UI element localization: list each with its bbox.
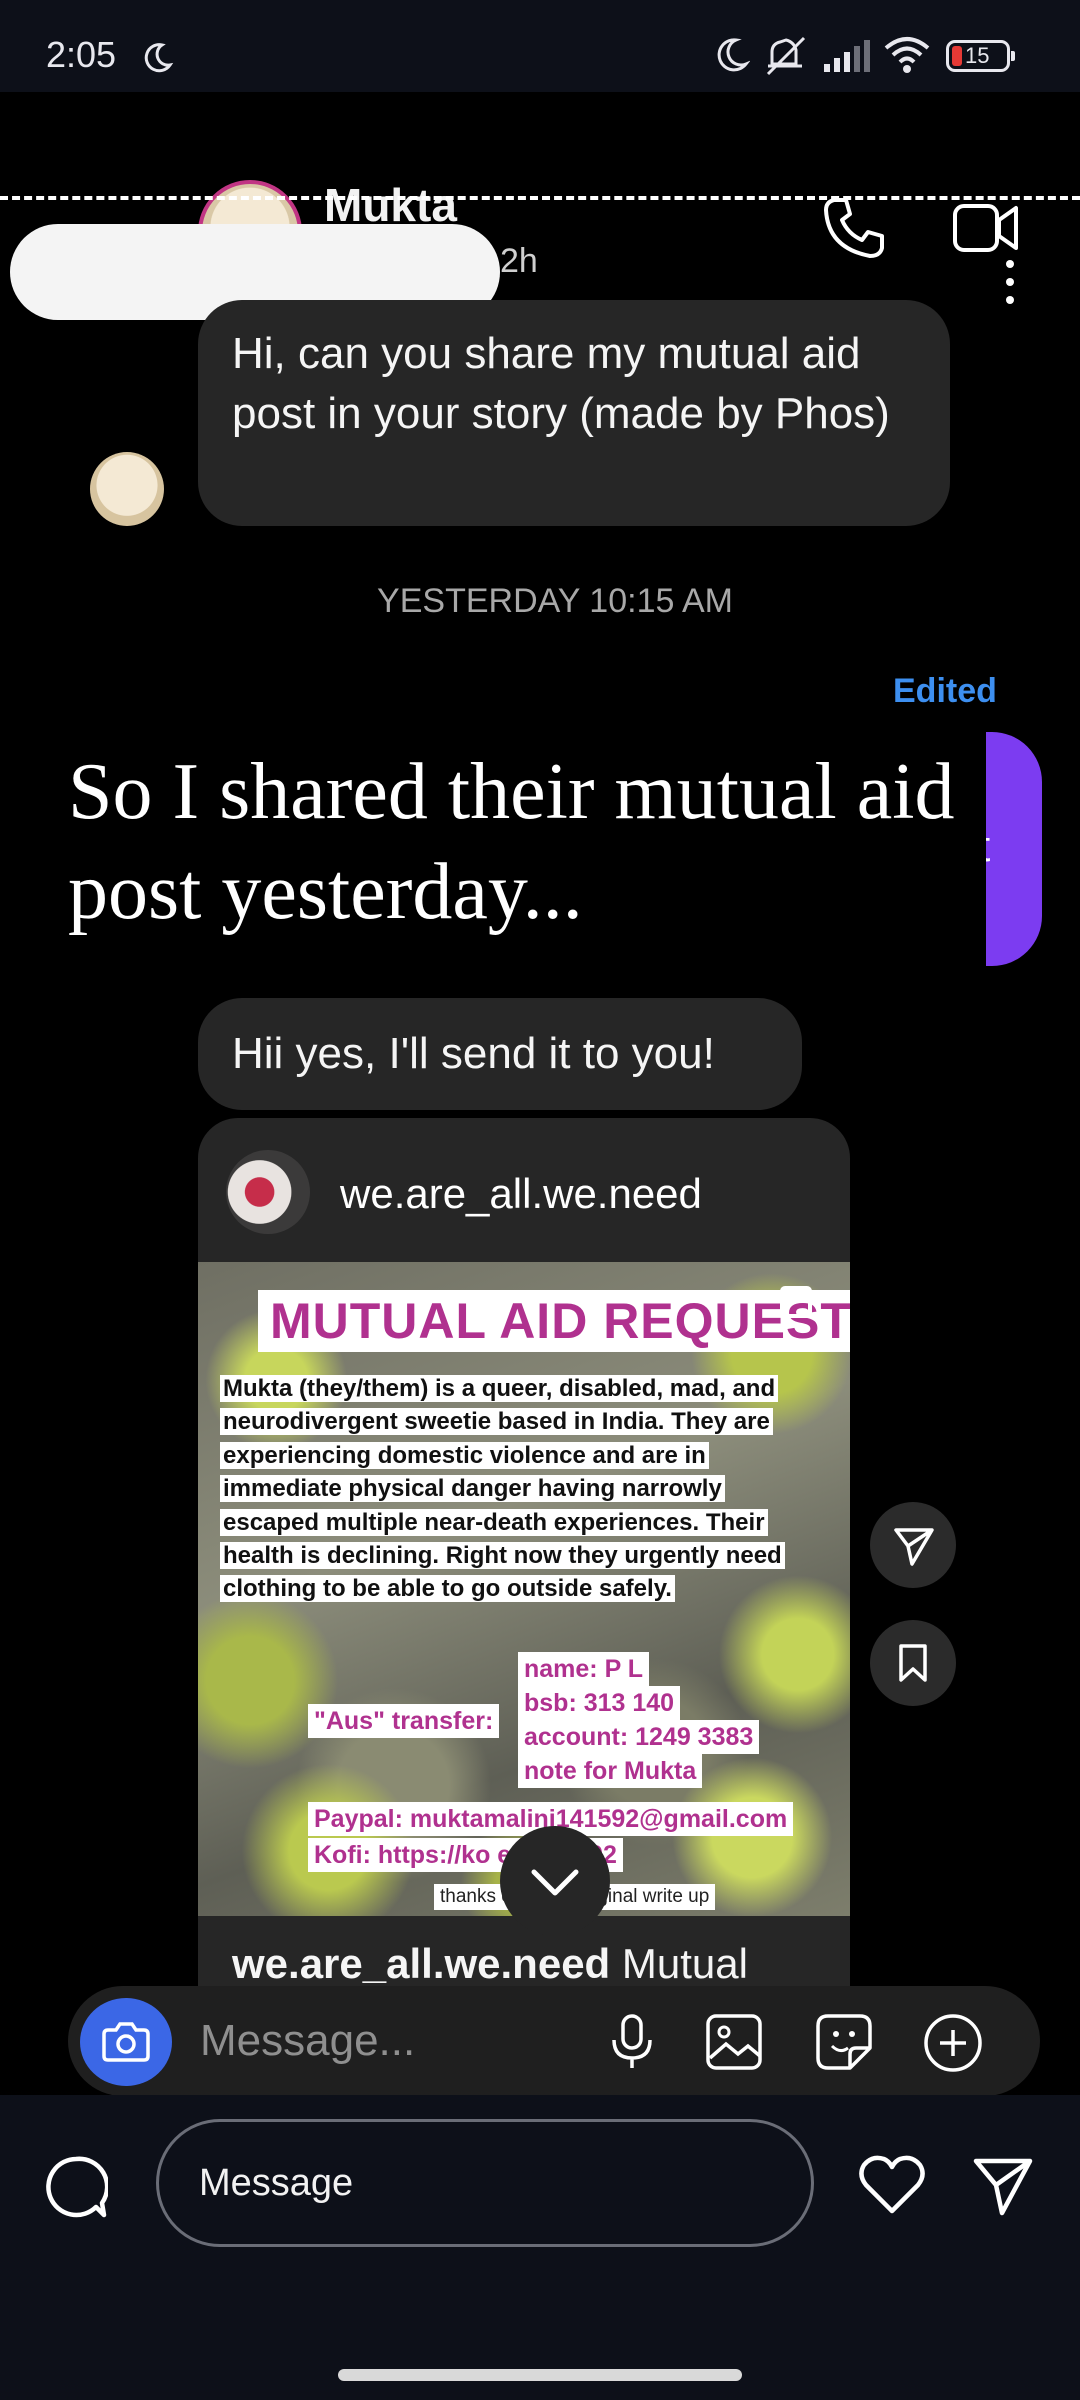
message-bubble-received: Hii yes, I'll send it to you! <box>198 998 802 1110</box>
battery-icon: 15 <box>946 40 1015 72</box>
story-caption: So I shared their mutual aid post yester… <box>42 722 986 966</box>
send-icon[interactable] <box>972 2155 1034 2217</box>
more-options-icon[interactable] <box>1006 260 1014 310</box>
signal-icon <box>824 40 870 72</box>
home-indicator[interactable] <box>338 2369 742 2381</box>
moon-crescent-icon <box>144 43 174 73</box>
bank-note: note for Mukta <box>518 1754 703 1788</box>
reply-placeholder: Message <box>199 2162 354 2204</box>
status-bar: 2:05 15 <box>0 0 1080 92</box>
chat-bubble-icon[interactable] <box>44 2155 108 2219</box>
post-username[interactable]: we.are_all.we.need <box>340 1170 702 1218</box>
heart-icon[interactable] <box>858 2153 926 2215</box>
add-icon[interactable] <box>922 2012 984 2074</box>
bank-name: name: P L <box>518 1652 650 1686</box>
dashed-divider <box>0 196 1080 200</box>
message-timestamp: YESTERDAY 10:15 AM <box>377 582 733 620</box>
bank-account: account: 1249 3383 <box>518 1720 760 1754</box>
sender-avatar <box>90 452 164 526</box>
do-not-disturb-icon <box>717 38 750 72</box>
story-reply-bar: Message <box>0 2095 1080 2400</box>
shared-post-card[interactable]: we.are_all.we.need MUTUAL AID REQUEST Mu… <box>198 1118 850 2095</box>
sticker-icon[interactable] <box>814 2012 874 2072</box>
status-time: 2:05 <box>46 34 117 75</box>
scroll-down-button[interactable] <box>500 1826 610 1936</box>
story-reply-input[interactable]: Message <box>156 2119 814 2247</box>
gallery-icon[interactable] <box>704 2012 764 2072</box>
image-body-text: Mukta (they/them) is a queer, disabled, … <box>220 1372 800 1606</box>
image-title: MUTUAL AID REQUEST <box>258 1290 850 1352</box>
story-screenshot: Mukta 2h Hi, can you share my mutual aid… <box>0 92 1080 2095</box>
post-caption-username: we.are_all.we.need <box>232 1940 611 1987</box>
message-bubble-received: Hi, can you share my mutual aid post in … <box>198 300 950 526</box>
phone-icon[interactable] <box>820 194 888 262</box>
battery-level: 15 <box>965 43 990 68</box>
save-post-button[interactable] <box>870 1620 956 1706</box>
chevron-down-icon <box>531 1869 579 1896</box>
share-post-button[interactable] <box>870 1502 956 1588</box>
vibrate-off-icon <box>766 36 806 76</box>
post-author-avatar <box>226 1150 310 1234</box>
edited-label: Edited <box>893 672 997 710</box>
bank-bsb: bsb: 313 140 <box>518 1686 681 1720</box>
microphone-icon[interactable] <box>604 2012 660 2072</box>
dm-composer: Message... <box>68 1986 1040 2095</box>
aus-transfer-label: "Aus" transfer: <box>308 1704 500 1738</box>
post-caption: we.are_all.we.need Mutual <box>232 1940 748 1988</box>
post-image[interactable]: MUTUAL AID REQUEST Mukta (they/them) is … <box>198 1262 850 1916</box>
video-call-icon[interactable] <box>952 200 1020 256</box>
wifi-icon <box>884 37 930 73</box>
contact-last-active: 2h <box>500 242 538 280</box>
bookmark-icon <box>899 1644 927 1682</box>
message-input[interactable]: Message... <box>200 2016 415 2066</box>
camera-button[interactable] <box>80 1998 172 2086</box>
camera-icon <box>102 2022 150 2062</box>
multi-image-icon <box>780 1286 812 1318</box>
post-caption-text: Mutual <box>621 1940 748 1987</box>
send-icon <box>894 1528 934 1566</box>
